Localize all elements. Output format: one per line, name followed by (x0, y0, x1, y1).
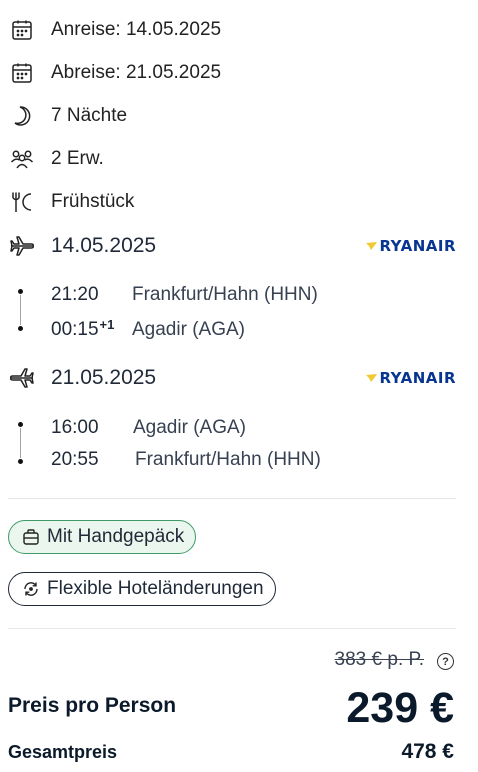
flexible-changes-badge[interactable]: Flexible Hoteländerungen (8, 572, 276, 606)
help-icon[interactable]: ? (437, 653, 454, 670)
calendar-icon (8, 16, 36, 44)
departure-date: Abreise: 21.05.2025 (51, 62, 222, 83)
hand-luggage-badge[interactable]: Mit Handgepäck (8, 520, 197, 554)
departure-row: Abreise: 21.05.2025 (8, 59, 221, 87)
plane-return-icon (8, 364, 36, 392)
return-flight-header: 21.05.2025 RYANAIR (8, 364, 456, 392)
ryanair-logo: RYANAIR (366, 369, 456, 387)
old-price: 383 € p. P. (334, 649, 424, 670)
arrival-time: 00:15 (51, 319, 99, 340)
plane-departure-icon (8, 232, 36, 260)
travelers-row: 2 Erw. (8, 145, 104, 173)
people-icon (8, 145, 36, 173)
moon-icon (8, 102, 36, 130)
return-leg: 16:00 Agadir (AGA) 20:55 Frankfurt/Hahn … (8, 411, 456, 503)
arrival-row: Anreise: 14.05.2025 (8, 16, 221, 44)
outbound-flight-header: 14.05.2025 RYANAIR (8, 232, 456, 260)
total-price-label: Gesamtpreis (8, 742, 118, 762)
outbound-departure: 21:20 Frankfurt/Hahn (HHN) (51, 284, 318, 306)
hand-luggage-label: Mit Handgepäck (47, 526, 185, 547)
total-price: 478 € (401, 740, 454, 763)
outbound-arrival: 00:15+1 Agadir (AGA) (51, 317, 245, 341)
outbound-date: 14.05.2025 (51, 234, 157, 257)
day-offset: +1 (99, 317, 115, 332)
departure-time: 16:00 (51, 417, 99, 438)
airline-name: RYANAIR (379, 369, 456, 387)
travelers-count: 2 Erw. (51, 148, 104, 169)
ryanair-logo: RYANAIR (366, 237, 456, 255)
price-per-person: 239 € (346, 684, 454, 732)
arrival-dot (18, 459, 23, 464)
departure-dot (18, 289, 23, 294)
return-date: 21.05.2025 (51, 366, 157, 389)
arrival-airport: Frankfurt/Hahn (HHN) (135, 449, 321, 470)
return-arrival: 20:55 Frankfurt/Hahn (HHN) (51, 449, 321, 471)
departure-dot (18, 422, 23, 427)
harp-icon (366, 242, 378, 250)
route-line (20, 295, 21, 325)
board-type: Frühstück (51, 191, 135, 212)
fork-knife-icon (8, 188, 36, 216)
harp-icon (366, 374, 378, 382)
arrival-time: 20:55 (51, 449, 99, 470)
divider (8, 498, 456, 499)
arrival-date: Anreise: 14.05.2025 (51, 19, 222, 40)
departure-time: 21:20 (51, 284, 99, 305)
luggage-icon (21, 527, 41, 547)
arrival-dot (18, 326, 23, 331)
return-departure: 16:00 Agadir (AGA) (51, 417, 246, 439)
departure-airport: Agadir (AGA) (133, 417, 246, 438)
divider (8, 628, 456, 629)
nights-count: 7 Nächte (51, 105, 128, 126)
flexible-changes-label: Flexible Hoteländerungen (47, 578, 264, 599)
departure-airport: Frankfurt/Hahn (HHN) (132, 284, 318, 305)
arrival-airport: Agadir (AGA) (132, 319, 245, 340)
route-line (20, 428, 21, 458)
nights-row: 7 Nächte (8, 102, 127, 130)
airline-name: RYANAIR (379, 237, 456, 255)
outbound-leg: 21:20 Frankfurt/Hahn (HHN) 00:15+1 Agadi… (8, 278, 456, 370)
board-row: Frühstück (8, 188, 134, 216)
refresh-icon (21, 579, 41, 599)
price-per-person-label: Preis pro Person (8, 694, 177, 717)
calendar-icon (8, 59, 36, 87)
